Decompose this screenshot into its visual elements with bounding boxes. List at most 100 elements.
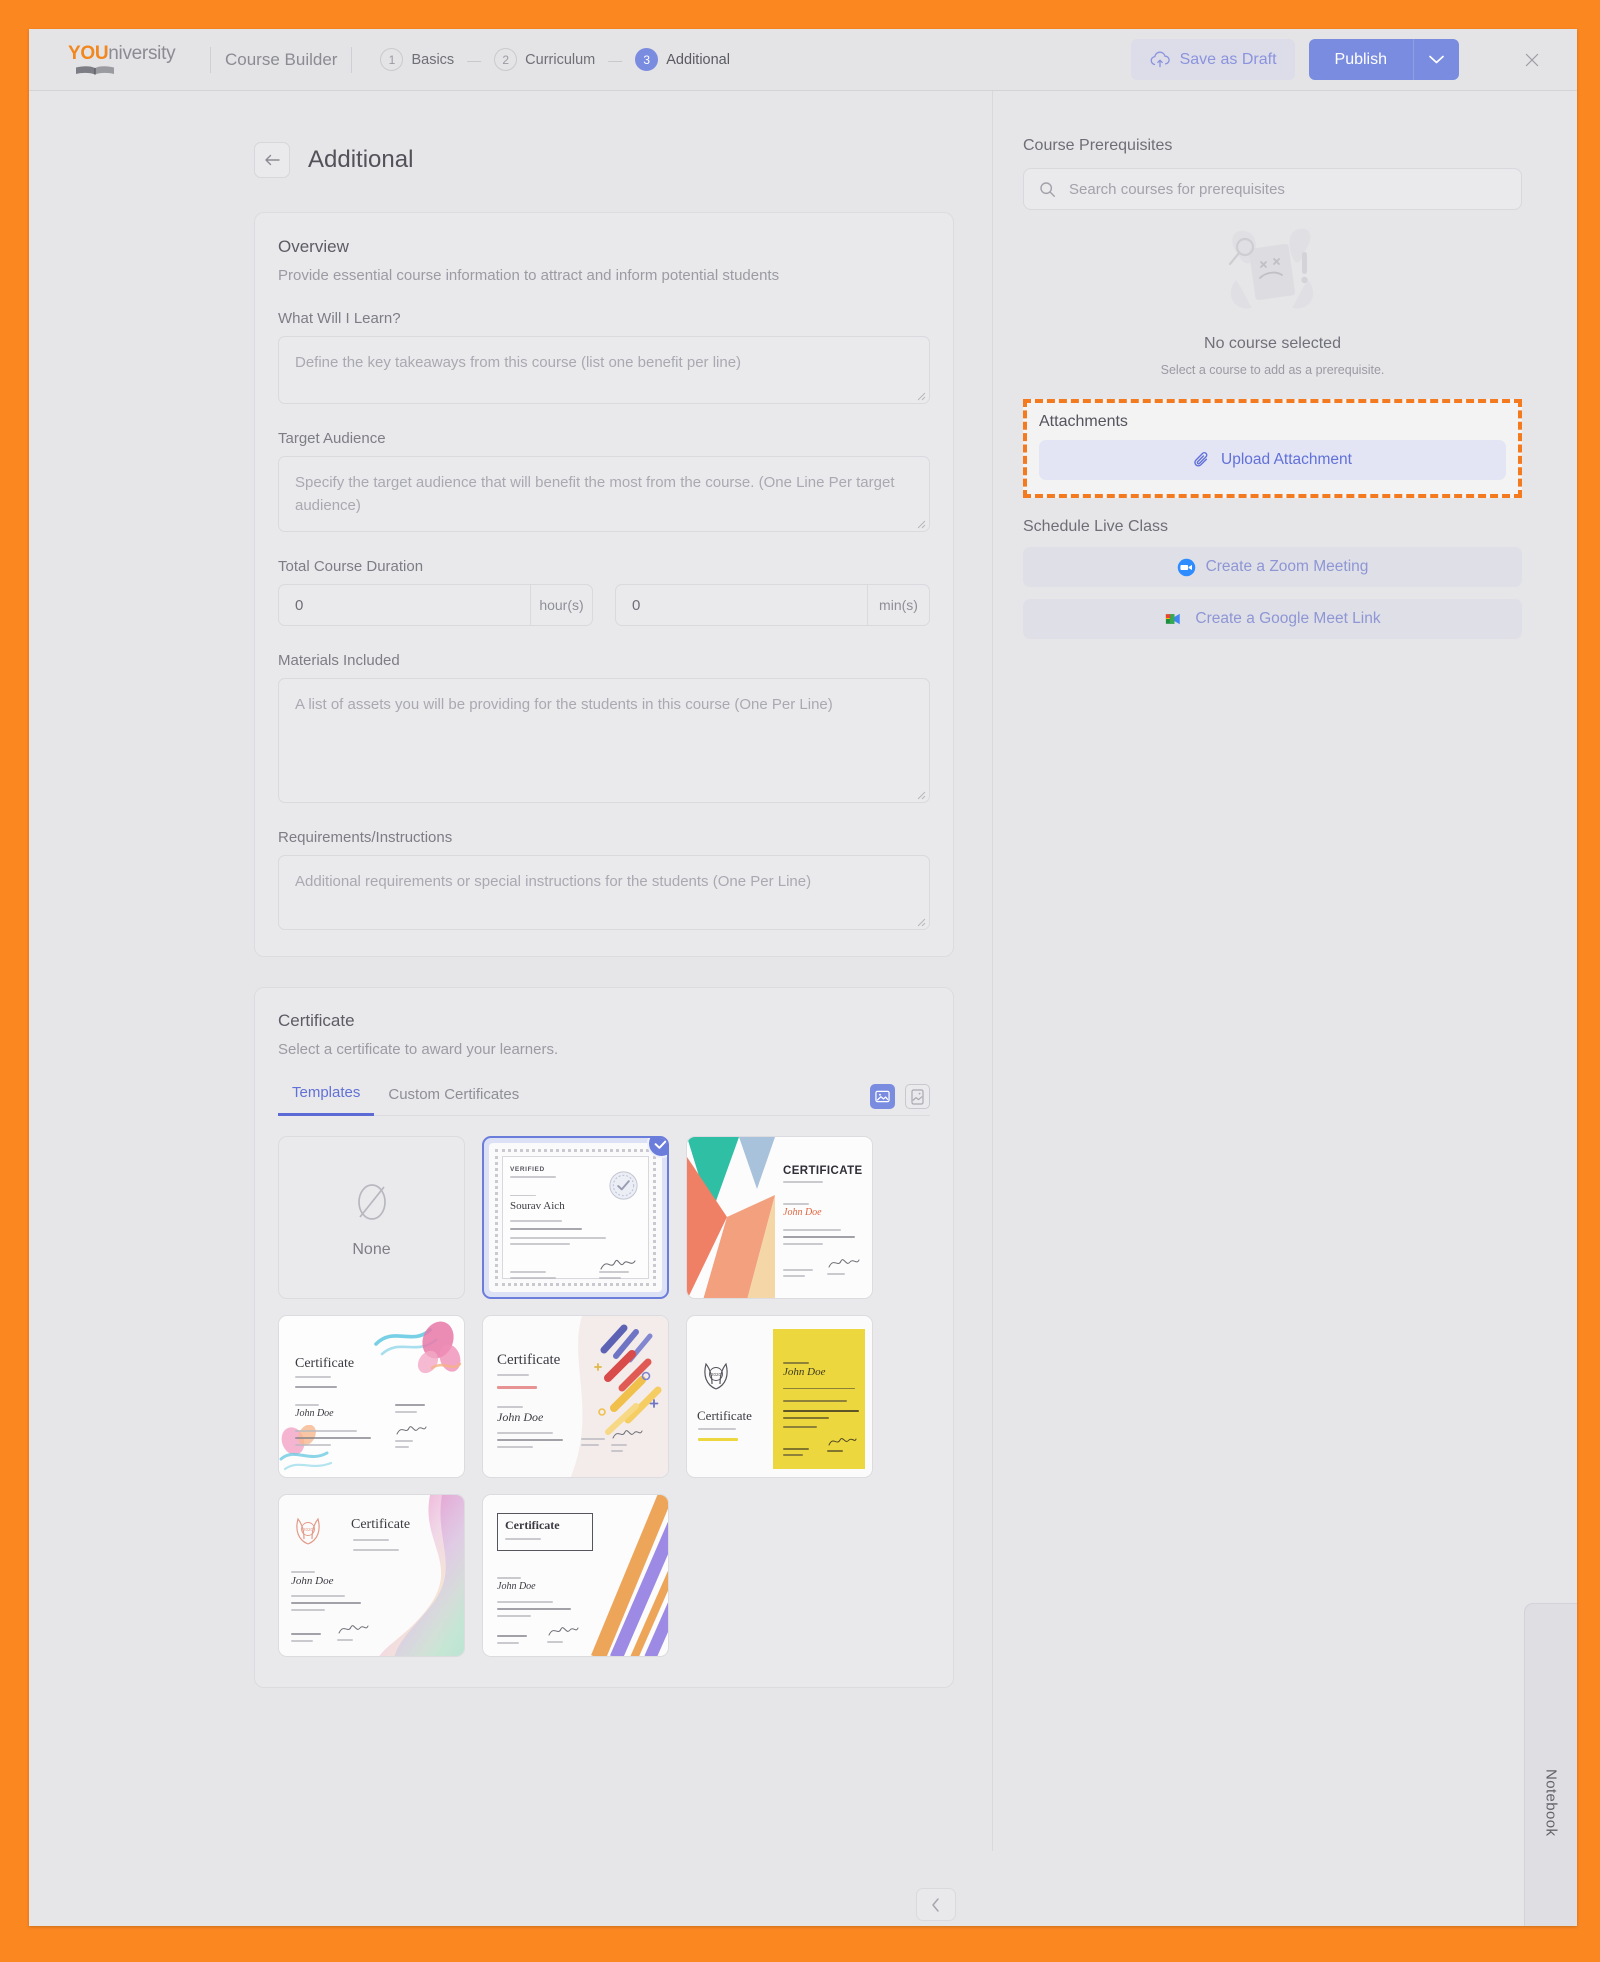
certificate-title: Certificate (278, 1011, 355, 1030)
step-curriculum[interactable]: 2 Curriculum (494, 48, 595, 71)
what-will-i-learn-label: What Will I Learn? (278, 310, 401, 327)
target-audience-label: Target Audience (278, 430, 386, 447)
total-course-duration-label: Total Course Duration (278, 558, 424, 575)
materials-included-input[interactable] (278, 678, 930, 803)
upload-attachment-label: Upload Attachment (1221, 451, 1352, 468)
certificate-template-verified-classic[interactable]: VERIFIED Sourav Aich (482, 1136, 669, 1299)
certificate-tabs: Templates Custom Certificates (278, 1084, 930, 1116)
logo[interactable]: YOUniversity (68, 44, 196, 76)
materials-included-label: Materials Included (278, 652, 400, 669)
create-zoom-meeting-button[interactable]: Create a Zoom Meeting (1023, 547, 1522, 587)
save-as-draft-button[interactable]: Save as Draft (1130, 39, 1295, 80)
certificate-template-none[interactable]: None (278, 1136, 465, 1299)
thumb-signature-icon (548, 1627, 579, 1636)
right-sidebar: Course Prerequisites Search courses for … (993, 91, 1577, 1926)
thumb-recipient: Sourav Aich (510, 1200, 565, 1212)
none-content: None (279, 1137, 464, 1298)
landscape-image-icon[interactable] (870, 1084, 895, 1109)
certificate-template-floral-pastel[interactable]: Certificate John Doe (278, 1315, 465, 1478)
tab-templates[interactable]: Templates (278, 1084, 375, 1116)
thumb-signature-icon (612, 1430, 643, 1439)
duration-row: hour(s) min(s) (278, 584, 930, 626)
what-will-i-learn-input[interactable] (278, 336, 930, 404)
thumb-signature-icon (396, 1426, 427, 1435)
certificate-template-diagonal-confetti[interactable]: Certificate John Doe (482, 1315, 669, 1478)
save-as-draft-label: Save as Draft (1179, 50, 1277, 68)
thumb-confetti-art (570, 1316, 668, 1477)
open-book-icon (76, 65, 114, 75)
search-icon (1040, 181, 1056, 197)
header-actions: Save as Draft Publish (1130, 39, 1577, 80)
upload-attachment-button[interactable]: Upload Attachment (1039, 440, 1506, 480)
attachments-section-highlight: Attachments Upload Attachment (1023, 399, 1522, 498)
close-button[interactable] (1517, 45, 1547, 75)
live-class-buttons: Create a Zoom Meeting Create a Google Me… (1023, 547, 1522, 639)
prerequisites-empty-subtitle: Select a course to add as a prerequisite… (1160, 363, 1385, 377)
notebook-tab[interactable]: Notebook (1524, 1603, 1577, 1926)
page-title: Additional (308, 146, 414, 173)
view-toggle-group (870, 1084, 930, 1115)
thumb-recipient: John Doe (295, 1408, 334, 1419)
target-audience-input[interactable] (278, 456, 930, 532)
prerequisites-search-input[interactable] (1067, 179, 1506, 199)
collapse-panel-button[interactable] (916, 1888, 956, 1921)
step-additional[interactable]: 3 Additional (635, 48, 730, 71)
certificate-template-color-blocks[interactable]: CERTIFICATE John Doe (686, 1136, 873, 1299)
no-certificate-icon (357, 1183, 386, 1220)
certificate-subtitle: Select a certificate to award your learn… (278, 1041, 559, 1058)
certificate-thumbnail-floral: Certificate John Doe (279, 1316, 464, 1477)
logo-text-rest: niversity (108, 42, 176, 64)
step-curriculum-number: 2 (494, 48, 518, 71)
thumb-heading: Certificate (697, 1408, 752, 1423)
certificate-thumbnail-stripes: Certificate John Doe (483, 1495, 668, 1656)
tab-custom-certificates[interactable]: Custom Certificates (374, 1086, 533, 1115)
certificate-template-orange-purple-stripes[interactable]: Certificate John Doe (482, 1494, 669, 1657)
duration-hours-group: hour(s) (278, 584, 593, 626)
step-basics[interactable]: 1 Basics (380, 48, 454, 71)
step-curriculum-label: Curriculum (525, 51, 596, 68)
certificate-template-pink-wave[interactable]: 2020 Certificate John Doe (278, 1494, 465, 1657)
thumb-recipient: John Doe (291, 1575, 334, 1587)
notebook-tab-label: Notebook (1542, 1769, 1560, 1837)
create-zoom-meeting-label: Create a Zoom Meeting (1205, 558, 1369, 575)
course-prerequisites-label: Course Prerequisites (1023, 137, 1173, 154)
thumb-laurel-icon: 2020 (296, 1517, 320, 1545)
step-basics-label: Basics (411, 51, 455, 68)
thumb-badge-text: VERIFIED (510, 1166, 545, 1173)
requirements-instructions-input[interactable] (278, 855, 930, 930)
certificate-thumbnail-wave: 2020 Certificate John Doe (279, 1495, 464, 1656)
duration-minutes-input[interactable] (616, 585, 867, 625)
create-google-meet-button[interactable]: Create a Google Meet Link (1023, 599, 1522, 639)
thumb-laurel-icon: 2020 (704, 1362, 728, 1390)
thumb-heading: Certificate (351, 1517, 411, 1532)
thumb-recipient: John Doe (783, 1366, 826, 1378)
thumb-signature-icon (600, 1259, 636, 1270)
empty-search-illustration-icon (1228, 228, 1313, 309)
prerequisites-search-box[interactable] (1023, 168, 1522, 210)
certificate-template-yellow-panel[interactable]: 2020 Certificate John Doe (686, 1315, 873, 1478)
thumb-signature-icon (828, 1259, 860, 1268)
step-indicator: 1 Basics — 2 Curriculum — 3 Additional (380, 48, 730, 71)
certificate-card: Certificate Select a certificate to awar… (254, 987, 954, 1688)
thumb-recipient: John Doe (497, 1581, 536, 1592)
page-header: Additional (254, 142, 992, 178)
logo-text: YOUniversity (68, 42, 176, 64)
zoom-icon (1177, 558, 1195, 576)
duration-hours-unit: hour(s) (530, 585, 592, 625)
thumb-signature-icon (338, 1625, 369, 1634)
back-button[interactable] (254, 142, 290, 178)
publish-button[interactable]: Publish (1308, 39, 1413, 80)
prerequisites-empty-title: No course selected (1204, 335, 1341, 352)
certificate-thumbnail-confetti: Certificate John Doe (483, 1316, 668, 1477)
target-audience-field (278, 456, 930, 532)
schedule-live-class-label: Schedule Live Class (1023, 518, 1168, 535)
what-will-i-learn-field (278, 336, 930, 404)
portrait-image-icon[interactable] (905, 1084, 930, 1109)
app-window: YOUniversity Course Builder 1 Basics — 2… (29, 29, 1577, 1926)
publish-dropdown-button[interactable] (1413, 39, 1459, 80)
step-separator-1: — (467, 51, 482, 68)
main-column: Additional Overview Provide essential co… (29, 91, 992, 1926)
svg-text:2020: 2020 (711, 1372, 722, 1377)
duration-hours-input[interactable] (279, 585, 530, 625)
portrait-icon-glyph (911, 1088, 924, 1105)
